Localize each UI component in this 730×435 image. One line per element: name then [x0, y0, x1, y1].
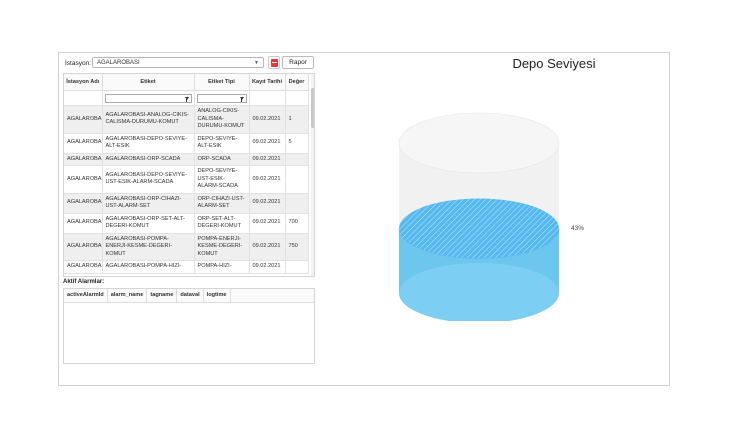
station-cell: AGALAROBA...	[64, 153, 103, 166]
report-button[interactable]: Rapor	[282, 56, 314, 69]
tag-cell: AGALAROBASI-POMPA-HIZI-	[102, 260, 195, 274]
column-header-value[interactable]: Değer	[285, 74, 309, 91]
value-cell: 5	[285, 133, 309, 154]
record-date-cell: 09.02.2021	[249, 233, 286, 261]
alarm-column-tagname[interactable]: tagname	[147, 289, 178, 302]
alarm-column-name[interactable]: alarm_name	[108, 289, 148, 302]
tag-type-cell: POMPA-ENERJI-KESME-DEGERI-KOMUT	[194, 233, 250, 261]
tag-cell: AGALAROBASI-ANALOG-CIKIS-CALISMA-DURUMU-…	[102, 105, 195, 134]
column-header-tag-type[interactable]: Etiket Tipi	[194, 74, 250, 91]
app-panel: İstasyon: AGALAROBASI ▼ Rapor İstasyon A…	[58, 52, 670, 386]
station-cell: AGALAROBA...	[64, 193, 103, 214]
tag-type-filter-input[interactable]	[196, 93, 247, 103]
record-date-cell: 09.02.2021	[249, 260, 286, 274]
record-date-cell: 09.02.2021	[249, 133, 286, 154]
pdf-file-icon	[271, 59, 278, 67]
station-select[interactable]: AGALAROBASI ▼	[92, 57, 264, 68]
station-label: İstasyon:	[65, 60, 92, 67]
active-alarms-grid: activeAlarmId alarm_name tagname dataval…	[63, 288, 315, 364]
station-select-value: AGALAROBASI	[97, 60, 140, 66]
chart-title: Depo Seviyesi	[512, 56, 596, 71]
record-date-cell: 09.02.2021	[249, 165, 286, 194]
tag-type-cell: ANALOG-CIKIS-CALISMA-DURUMU-KOMUT	[194, 105, 250, 134]
tags-grid: İstasyon Adı Etiket Etiket Tipi Kayıt Ta…	[63, 73, 315, 277]
pdf-export-button[interactable]	[268, 56, 280, 69]
level-percent-label: 43%	[571, 224, 585, 232]
table-row[interactable]: AGALAROBA...AGALAROBASI-DEPO-SEVIYE-UST-…	[64, 165, 309, 194]
record-date-cell: 09.02.2021	[249, 193, 286, 214]
record-date-cell: 09.02.2021	[249, 105, 286, 134]
tag-cell: AGALAROBASI-DEPO-SEVIYE-ALT-ESIK	[102, 133, 195, 154]
station-cell: AGALAROBA...	[64, 133, 103, 154]
station-cell: AGALAROBA...	[64, 233, 103, 261]
tank-top	[398, 112, 560, 174]
value-cell	[285, 260, 309, 274]
chevron-down-icon: ▼	[254, 60, 259, 66]
filter-icon[interactable]	[184, 96, 189, 102]
station-cell: AGALAROBA...	[64, 260, 103, 274]
table-row[interactable]: AGALAROBA...AGALAROBASI-ANALOG-CIKIS-CAL…	[64, 105, 309, 134]
tag-filter-input[interactable]	[104, 93, 192, 103]
value-cell	[285, 153, 309, 166]
alarm-column-dataval[interactable]: dataval	[177, 289, 204, 302]
value-cell: 750	[285, 233, 309, 261]
water-surface-hatch	[399, 198, 559, 259]
value-cell: 700	[285, 213, 309, 234]
tag-type-cell: DEPO-SEVIYE-ALT-ESIK	[194, 133, 250, 154]
station-cell: AGALAROBA...	[64, 105, 103, 134]
table-row[interactable]: AGALAROBA...AGALAROBASI-POMPA-HIZI-POMPA…	[64, 260, 309, 274]
value-cell	[285, 193, 309, 214]
value-cell	[285, 165, 309, 194]
tag-type-cell: ORP-CIHAZI-UST-ALARM-SET	[194, 193, 250, 214]
water-bottom-shade	[399, 263, 559, 321]
grid-scroll-thumb[interactable]	[311, 88, 314, 128]
tag-type-cell: DEPO-SEVIYE-UST-ESIK-ALARM-SCADA	[194, 165, 250, 194]
tag-type-cell: ORP-SCADA	[194, 153, 250, 166]
column-header-station[interactable]: İstasyon Adı	[64, 74, 103, 91]
value-cell: 1	[285, 105, 309, 134]
tag-cell: AGALAROBASI-ORP-SET-ALT-DEGERI-KOMUT	[102, 213, 195, 234]
active-alarms-label: Aktif Alarmlar:	[63, 279, 105, 285]
record-date-cell: 09.02.2021	[249, 213, 286, 234]
table-row[interactable]: AGALAROBA...AGALAROBASI-POMPA-ENERJI-KES…	[64, 233, 309, 261]
column-header-tag[interactable]: Etiket	[102, 74, 195, 91]
filter-icon[interactable]	[239, 96, 244, 102]
table-row[interactable]: AGALAROBA...AGALAROBASI-ORP-CIHAZI-UST-A…	[64, 193, 309, 214]
alarm-column-logtime[interactable]: logtime	[204, 289, 231, 302]
tags-table: İstasyon Adı Etiket Etiket Tipi Kayıt Ta…	[64, 74, 309, 274]
table-row[interactable]: AGALAROBA...AGALAROBASI-ORP-SCADAORP-SCA…	[64, 153, 309, 166]
tank-level-gauge	[398, 112, 560, 321]
alarm-column-id[interactable]: activeAlarmId	[64, 289, 108, 302]
table-row[interactable]: AGALAROBA...AGALAROBASI-DEPO-SEVIYE-ALT-…	[64, 133, 309, 154]
tag-cell: AGALAROBASI-ORP-SCADA	[102, 153, 195, 166]
column-header-record-date[interactable]: Kayıt Tarihi	[249, 74, 286, 91]
table-row[interactable]: AGALAROBA...AGALAROBASI-ORP-SET-ALT-DEGE…	[64, 213, 309, 234]
station-cell: AGALAROBA...	[64, 213, 103, 234]
record-date-cell: 09.02.2021	[249, 153, 286, 166]
tag-cell: AGALAROBASI-POMPA-ENERJI-KESME-DEGERI-KO…	[102, 233, 195, 261]
tag-cell: AGALAROBASI-ORP-CIHAZI-UST-ALARM-SET	[102, 193, 195, 214]
tag-cell: AGALAROBASI-DEPO-SEVIYE-UST-ESIK-ALARM-S…	[102, 165, 195, 194]
tag-type-cell: POMPA-HIZI-	[194, 260, 250, 274]
tag-type-cell: ORP-SET-ALT-DEGERI-KOMUT	[194, 213, 250, 234]
station-cell: AGALAROBA...	[64, 165, 103, 194]
